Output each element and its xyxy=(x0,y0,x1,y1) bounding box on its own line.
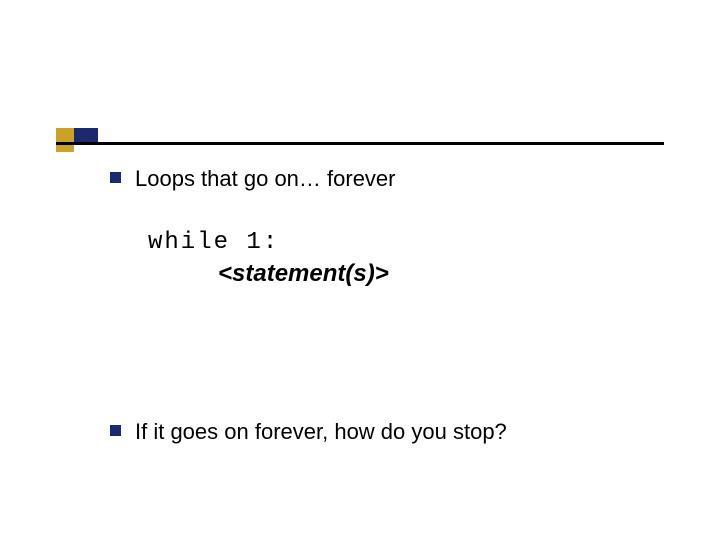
square-bullet-icon xyxy=(110,425,121,436)
bullet-text: If it goes on forever, how do you stop? xyxy=(135,418,507,446)
bullet-item: If it goes on forever, how do you stop? xyxy=(110,418,670,446)
square-bullet-icon xyxy=(110,172,121,183)
accent-gold xyxy=(56,128,74,152)
slide-content: Loops that go on… forever while 1: <stat… xyxy=(110,165,670,461)
header-rule xyxy=(56,142,664,145)
code-block: while 1: <statement(s)> xyxy=(148,229,670,288)
accent-navy xyxy=(74,128,98,142)
code-line: while 1: xyxy=(148,229,670,256)
bullet-text: Loops that go on… forever xyxy=(135,165,396,193)
code-statement: <statement(s)> xyxy=(218,260,670,288)
bullet-item: Loops that go on… forever xyxy=(110,165,670,193)
slide: Loops that go on… forever while 1: <stat… xyxy=(0,0,720,540)
